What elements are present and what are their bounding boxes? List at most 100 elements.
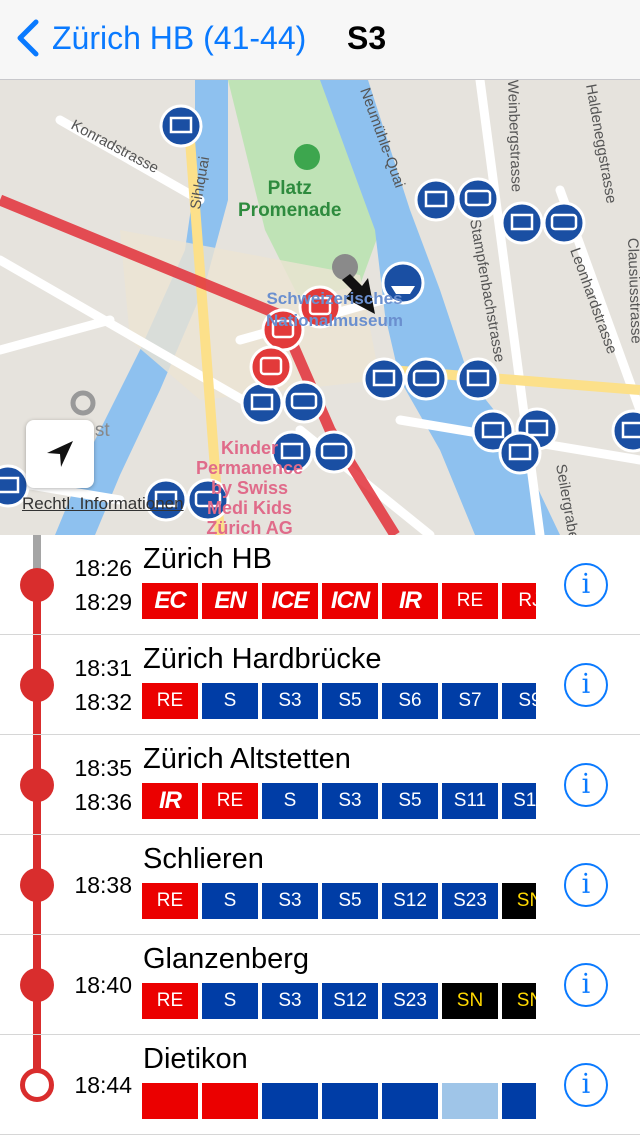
departure-time: 18:36 [74,789,132,815]
tram-stop-icon [500,201,544,245]
info-icon[interactable]: i [564,763,608,807]
funicular-stop-icon [498,431,542,475]
stop-dot [20,668,54,702]
stop-dot [20,968,54,1002]
line-badge: ICE [262,583,318,619]
line-badge: S [202,683,258,719]
line-badge [142,1083,198,1119]
bus-stop-icon [282,380,326,424]
line-badge [262,1083,318,1119]
chevron-left-icon [17,19,39,57]
stop-row[interactable]: 18:38 Schlieren RESS3S5S12S23SN i [0,835,640,935]
tram-stop-icon [362,357,406,401]
tram-stop-icon [611,409,640,453]
locate-me-button[interactable] [26,420,94,488]
arrival-time: 18:44 [74,1072,132,1098]
line-badge [382,1083,438,1119]
tram-stop-icon [240,381,284,425]
line-badge: RE [142,683,198,719]
line-badge: S23 [382,983,438,1019]
line-badge: RE [142,983,198,1019]
line-badge: S12 [502,783,536,819]
arrival-time: 18:31 [74,655,132,681]
bus-stop-icon [404,357,448,401]
navigation-bar: Zürich HB (41-44) S3 [0,0,640,80]
arrival-time: 18:40 [74,972,132,998]
line-badge [442,1083,498,1119]
line-badge: S3 [322,783,378,819]
legal-info-link[interactable]: Rechtl. Informationen [22,494,184,514]
line-badge: S7 [442,683,498,719]
back-label: Zürich HB (41-44) [52,19,307,56]
line-badges: RESS3S5S12S23SN [142,883,536,919]
line-badge: S5 [382,783,438,819]
bus-stop-icon [456,177,500,221]
stop-row[interactable]: 18:40GlanzenbergRESS3S12S23SNSNi [0,935,640,1035]
info-icon[interactable]: i [564,963,608,1007]
line-badge: S3 [262,683,318,719]
park-icon [294,144,320,170]
stop-name: Glanzenberg [143,943,310,975]
line-badge: EN [202,583,258,619]
line-badge: S3 [262,983,318,1019]
line-badge: S [262,783,318,819]
arrival-time: 18:35 [74,755,132,781]
bus-stop-icon [312,430,356,474]
line-badge: IR [382,583,438,619]
tram-stop-icon [159,104,203,148]
line-badge: S5 [322,883,378,919]
line-badge: SN [502,983,536,1019]
back-button[interactable]: Zürich HB (41-44) [14,14,306,62]
departure-time: 18:29 [74,589,132,615]
stop-name: Schlieren [143,843,264,875]
line-badge: SN [502,883,536,919]
line-badge: S5 [322,683,378,719]
train-station-icon [249,345,293,389]
stop-row[interactable]: 18:35 18:36 Zürich Altstetten IR RE S S3 S5 S11 S… [0,735,640,835]
line-badge: S3 [262,883,318,919]
line-badge: S [202,883,258,919]
line-badge: IR [142,783,198,819]
info-icon[interactable]: i [564,1063,608,1107]
line-badge: EC [142,583,198,619]
line-badge: S12 [322,983,378,1019]
line-badge: RJ [502,583,536,619]
map-label-museum: Schweizerisches Nationalmuseum [266,289,403,330]
line-badge: S [202,983,258,1019]
stop-dot [20,768,54,802]
line-badge: S23 [442,883,498,919]
line-badges: ECENICEICNIRRERJ [142,583,536,619]
map-label-platz-promenade: Platz Promenade [238,178,342,221]
stop-dot [20,568,54,602]
stop-name: Dietikon [143,1043,248,1075]
line-badges [142,1083,536,1119]
location-arrow-icon [47,441,73,467]
line-badge: S12 [382,883,438,919]
line-badge [322,1083,378,1119]
tram-stop-icon [414,178,458,222]
line-badges: IRRESS3S5S11S12 [142,783,536,819]
line-badge: SN [442,983,498,1019]
line-badge: RE [202,783,258,819]
map-view[interactable]: Konradstrasse Sihlquai Neumühle-Quai Sta… [0,80,640,535]
tram-stop-icon [456,357,500,401]
stop-row[interactable]: 18:44 Dietikon i [0,1035,640,1135]
info-icon[interactable]: i [564,863,608,907]
map-label-kinder: Kinder Permanence by Swiss Medi Kids Zür… [196,438,304,535]
info-icon[interactable]: i [564,563,608,607]
line-badge: S11 [442,783,498,819]
line-badge: ICN [322,583,378,619]
stop-row[interactable]: 18:31 18:32 Zürich Hardbrücke RESS3S5S6S7S9… [0,635,640,735]
museum-icon [332,254,358,280]
arrival-time: 18:38 [74,872,132,898]
stop-list: 18:2618:29Zürich HBECENICEICNIRRERJi18:3… [0,535,640,1135]
stop-name: Zürich HB [143,543,272,575]
line-badge: S9 [502,683,536,719]
line-badge: RE [442,583,498,619]
stop-name: Zürich Hardbrücke [143,643,382,675]
line-badge [502,1083,536,1119]
info-icon[interactable]: i [564,663,608,707]
stop-dot [20,1068,54,1102]
stop-row[interactable]: 18:26 18:29 Zürich HB ECENICEICNIRRERJ i [0,535,640,635]
arrival-time: 18:26 [74,555,132,581]
